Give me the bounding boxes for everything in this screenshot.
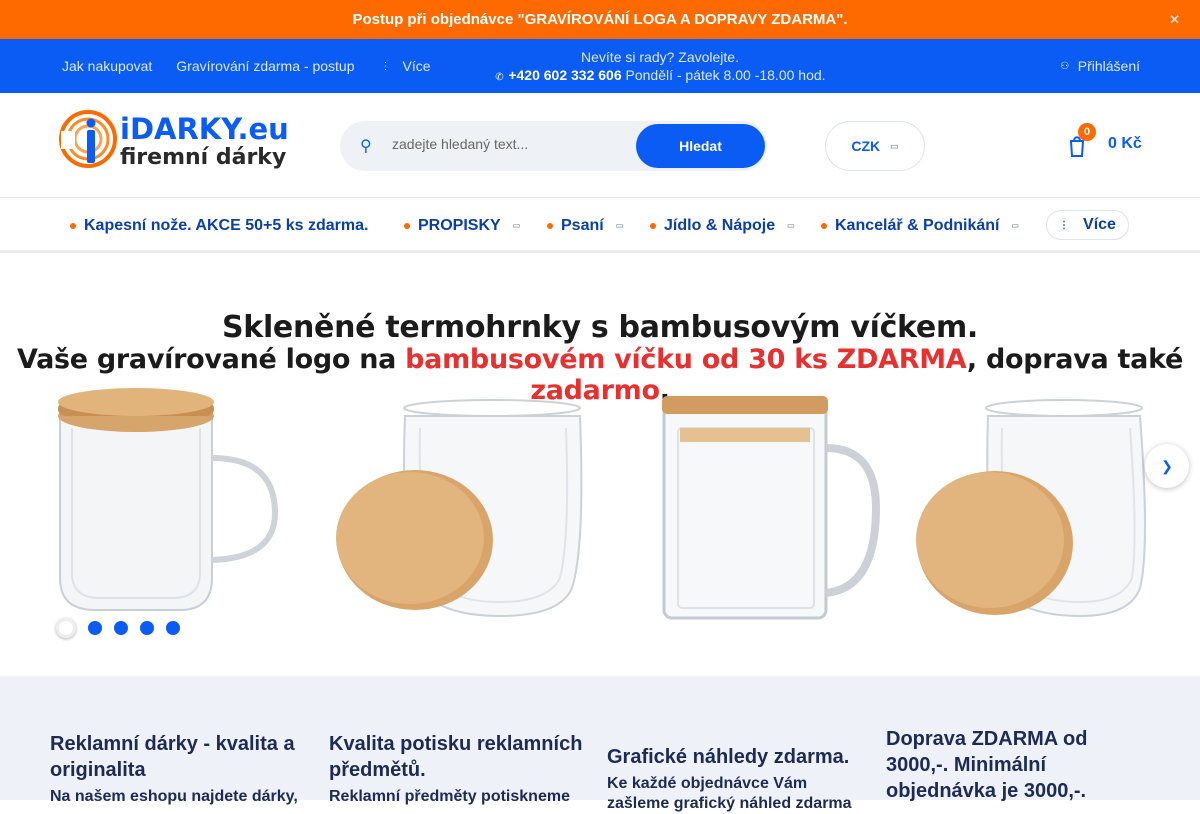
menu-dots-icon: ⋮ [1059,219,1070,231]
feature-description: Ke každé objednávce Vám zašleme grafický… [607,775,852,812]
product-glass-lid-side-2 [916,399,1146,618]
svg-text:iDARKY.eu: iDARKY.eu [120,112,289,146]
top-link-how-to-buy[interactable]: Jak nakupovat [62,58,152,74]
carousel-dot[interactable] [166,621,180,635]
product-square-mug [662,396,881,620]
feature-print: Kvalita potisku reklamních předmětů. Rek… [329,731,589,807]
search-input[interactable] [392,136,632,152]
bullet-icon [547,222,553,229]
currency-value: CZK [851,138,881,154]
bullet-icon [821,222,827,229]
carousel-dot[interactable] [88,621,102,635]
feature-title: Reklamní dárky - kvalita a originalita [50,733,295,781]
chevron-right-icon: ❯ [1161,457,1173,474]
svg-text:firemní dárky: firemní dárky [120,145,286,170]
top-more-label: Více [402,58,431,74]
cart-button[interactable]: 0 0 Kč [1068,123,1148,161]
search-button[interactable]: Hledat [636,124,765,168]
promo-bar: Postup při objednávce "GRAVÍROVÁNÍ LOGA … [0,0,1200,39]
feature-previews: Grafické náhledy zdarma. Ke každé objedn… [607,744,867,814]
feature-description: Na našem eshopu najdete dárky, [50,788,298,805]
category-label: Jídlo & Nápoje [664,216,776,234]
category-label: Kancelář & Podnikání [835,216,1000,234]
product-images [58,388,1146,620]
product-glass-lid-side [336,399,583,618]
category-food-drinks[interactable]: Jídlo & Nápoje ▭ [650,198,795,253]
banner-highlight: bambusovém víčku od 30 ks ZDARMA [405,344,967,375]
carousel-dot[interactable] [56,618,76,638]
top-link-engraving[interactable]: Gravírování zdarma - postup [176,58,354,74]
site-logo[interactable]: iDARKY.eu firemní dárky [58,109,298,171]
promo-text: Postup při objednávce "GRAVÍROVÁNÍ LOGA … [352,11,848,28]
category-label: PROPISKY [418,216,501,234]
login-link[interactable]: ⚇ Přihlášení [1060,39,1140,93]
feature-shipping: Doprava ZDARMA od 3000,-. Minimální obje… [886,726,1146,804]
hero-banner[interactable]: Skleněné termohrnky s bambusovým víčkem.… [0,256,1200,676]
currency-select[interactable]: CZK ▭ [825,121,925,171]
feature-title: Doprava ZDARMA od 3000,-. Minimální obje… [886,728,1088,802]
carousel-dots [56,618,180,638]
header: iDARKY.eu firemní dárky ⚲ Hledat CZK ▭ 0… [0,93,1200,198]
user-icon: ⚇ [1060,60,1070,72]
bullet-icon [650,222,656,229]
category-label: Psaní [561,216,604,234]
chevron-down-icon: ▭ [787,221,795,230]
category-writing[interactable]: Psaní ▭ [547,198,623,253]
features-section: Reklamní dárky - kvalita a originalita N… [0,676,1200,812]
category-label: Kapesní nože. AKCE 50+5 ks zdarma. [84,216,369,234]
contact-info: Nevíte si rady? Zavolejte. ✆ +420 602 33… [460,48,860,87]
category-office[interactable]: Kancelář & Podnikání ▭ [821,198,1019,253]
feature-title: Grafické náhledy zdarma. [607,746,850,768]
top-more-button[interactable]: ⋮ Více [380,58,430,74]
phone-icon: ✆ [495,72,504,83]
search-box: ⚲ Hledat [340,121,767,171]
category-more-button[interactable]: ⋮ Více [1046,210,1129,240]
banner-sub-text: Vaše gravírované logo na [16,344,406,375]
phone-number[interactable]: +420 602 332 606 [508,67,621,83]
category-nav: Kapesní nože. AKCE 50+5 ks zdarma. PROPI… [0,198,1200,253]
chevron-down-icon: ▭ [615,221,624,230]
menu-dots-icon: ⋮ [380,60,391,72]
top-bar: Jak nakupovat Gravírování zdarma - postu… [0,39,1200,93]
product-mug-lid-on [58,388,279,611]
category-knives[interactable]: Kapesní nože. AKCE 50+5 ks zdarma. [70,198,368,253]
cart-count-badge: 0 [1078,123,1096,141]
chevron-down-icon: ▭ [890,140,899,151]
bullet-icon [404,222,410,229]
banner-headline: Skleněné termohrnky s bambusovým víčkem. [221,310,979,345]
feature-quality: Reklamní dárky - kvalita a originalita N… [50,731,310,807]
carousel-dot[interactable] [114,621,128,635]
chevron-down-icon: ▭ [1011,221,1020,230]
chevron-down-icon: ▭ [512,221,521,230]
banner-sub-text: , doprava také [966,344,1184,375]
search-icon: ⚲ [360,138,372,155]
carousel-dot[interactable] [140,621,154,635]
login-label: Přihlášení [1077,58,1140,74]
feature-description: Reklamní předměty potiskneme [329,788,570,805]
top-nav: Jak nakupovat Gravírování zdarma - postu… [62,39,431,93]
business-hours: Pondělí - pátek 8.00 -18.00 hod. [625,67,826,83]
carousel-next-button[interactable]: ❯ [1145,444,1189,488]
category-more-label: Více [1083,216,1116,233]
contact-prompt: Nevíte si rady? Zavolejte. [581,49,739,65]
cart-total: 0 Kč [1108,135,1142,152]
bullet-icon [70,222,76,229]
category-pens[interactable]: PROPISKY ▭ [404,198,520,253]
feature-title: Kvalita potisku reklamních předmětů. [329,733,583,781]
close-icon[interactable]: ✕ [1169,0,1180,39]
